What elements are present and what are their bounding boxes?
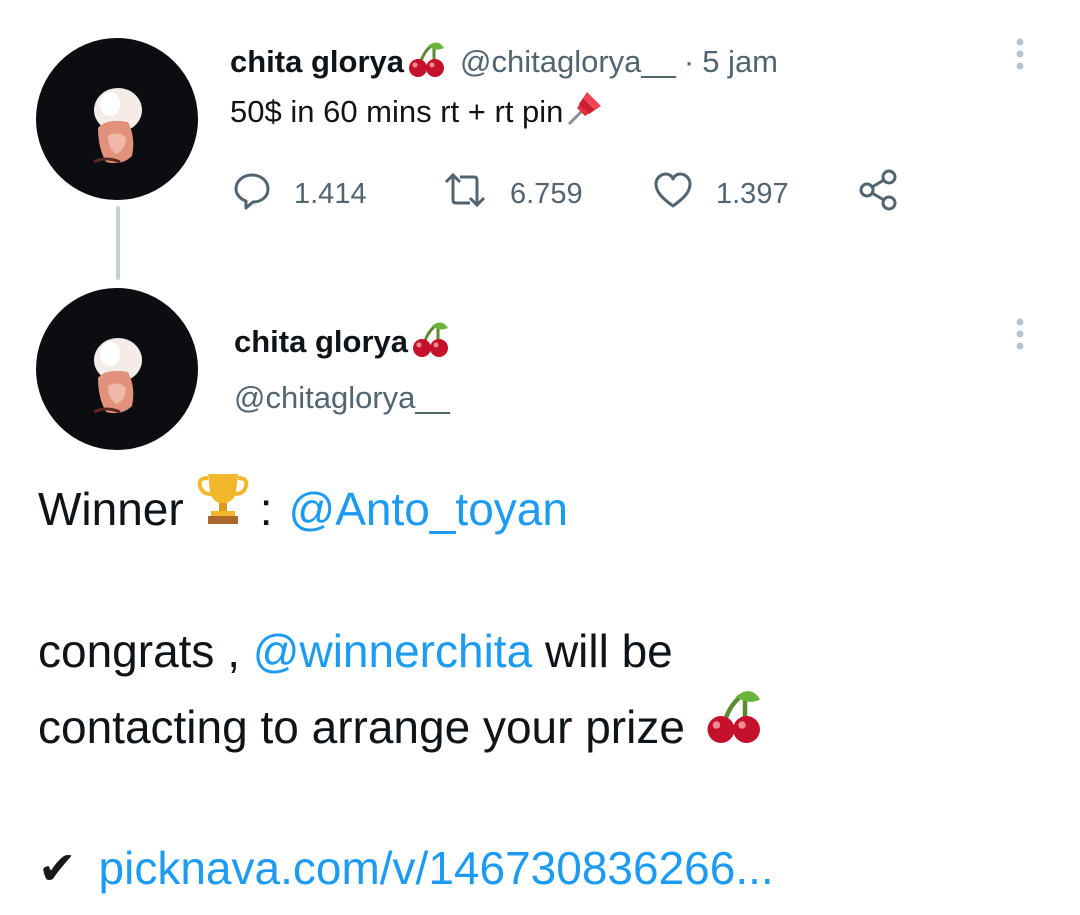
avatar[interactable]	[36, 38, 198, 200]
picknava-link[interactable]: picknava.com/v/146730836266...	[99, 831, 774, 905]
winnerchita-mention-link[interactable]: @winnerchita	[253, 625, 532, 677]
heart-icon	[652, 170, 716, 218]
prize-text: contacting to arrange your prize	[38, 700, 685, 753]
winner-label: Winner	[38, 482, 184, 535]
share-icon	[857, 168, 923, 220]
cherries-icon	[406, 40, 446, 83]
reply-icon	[232, 170, 294, 218]
winner-mention-link[interactable]: @Anto_toyan	[289, 472, 568, 546]
retweet-button[interactable]: 6.759	[442, 170, 652, 218]
display-name[interactable]: chita glorya	[234, 324, 408, 360]
winner-line: Winner : @Anto_toyan	[38, 470, 568, 547]
tweet2-header: chita glorya	[234, 320, 450, 363]
link-line: ✔ picknava.com/v/146730836266...	[38, 831, 774, 905]
retweet-count: 6.759	[510, 177, 583, 210]
congrats-suffix: will be	[544, 625, 673, 677]
avatar[interactable]	[36, 288, 198, 450]
share-button[interactable]	[857, 168, 923, 220]
congrats-prefix: congrats ,	[38, 625, 240, 677]
prize-line: contacting to arrange your prize	[38, 687, 763, 766]
reply-button[interactable]: 1.414	[232, 170, 442, 218]
thread-line	[116, 206, 120, 280]
cherries-icon	[410, 320, 450, 363]
retweet-icon	[442, 170, 510, 218]
handle[interactable]: @chitaglorya__	[460, 44, 676, 80]
tweet1-text: 50$ in 60 mins rt + rt pin	[230, 88, 605, 136]
winner-colon: :	[259, 482, 273, 535]
handle[interactable]: @chitaglorya__	[234, 380, 450, 416]
congrats-line: congrats , @winnerchita will be	[38, 614, 673, 688]
more-vertical-icon[interactable]	[1012, 316, 1028, 361]
trophy-icon	[196, 470, 250, 547]
display-name[interactable]: chita glorya	[230, 44, 404, 80]
timestamp[interactable]: 5 jam	[702, 44, 778, 80]
check-mark: ✔	[38, 842, 77, 894]
more-vertical-icon[interactable]	[1012, 36, 1028, 81]
tweet1-header: chita glorya @chitaglorya__ · 5 jam	[230, 40, 778, 83]
like-count: 1.397	[716, 177, 789, 210]
pushpin-icon	[565, 88, 605, 136]
cherries-icon	[703, 687, 763, 766]
reply-count: 1.414	[294, 177, 367, 210]
like-button[interactable]: 1.397	[652, 170, 857, 218]
tweet-text: 50$ in 60 mins rt + rt pin	[230, 94, 564, 129]
separator-dot: ·	[683, 43, 695, 79]
tweet1-actions: 1.414 6.759 1.397	[232, 168, 923, 220]
